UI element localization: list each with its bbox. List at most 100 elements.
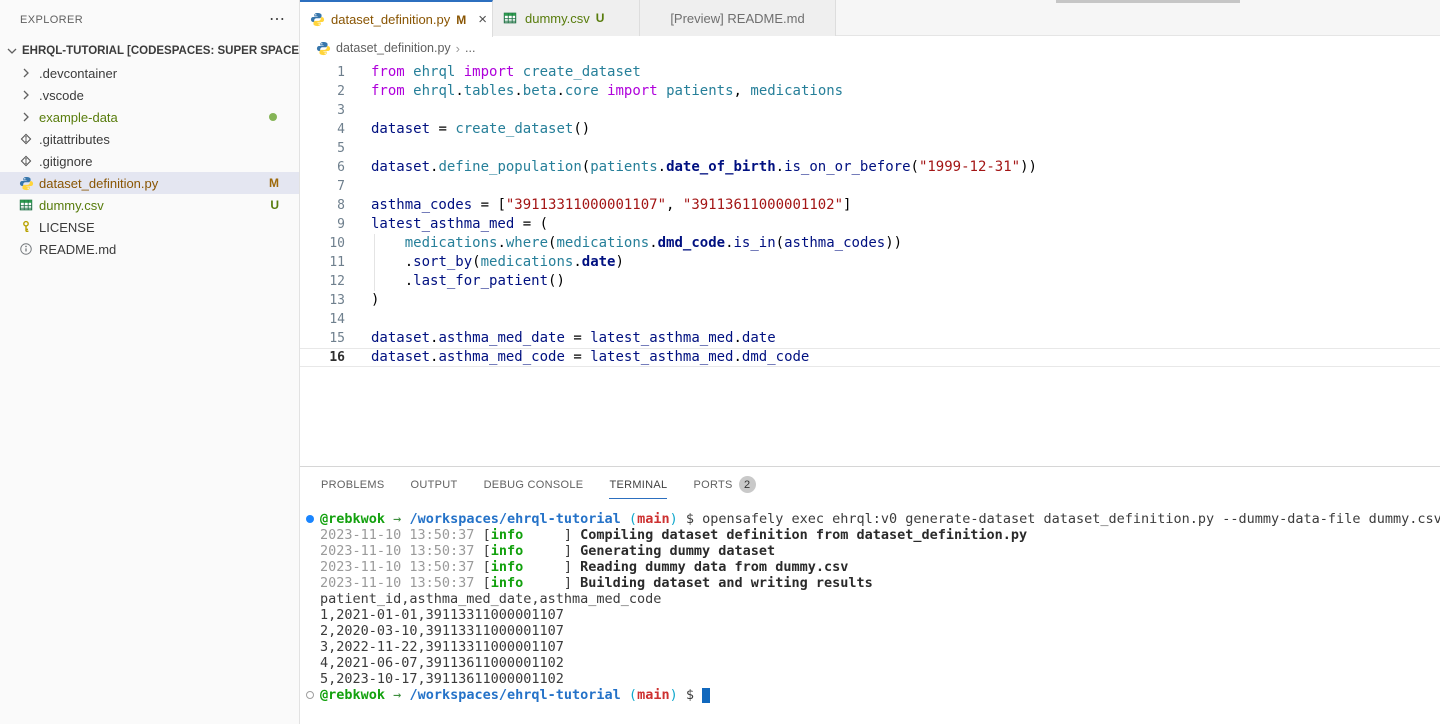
code-text: ) bbox=[371, 291, 379, 310]
line-number: 9 bbox=[300, 215, 345, 234]
breadcrumb-symbol[interactable]: ... bbox=[465, 41, 475, 55]
sidebar-item-gitignore[interactable]: .gitignore bbox=[0, 150, 299, 172]
panel-tab-terminal[interactable]: TERMINAL bbox=[609, 467, 667, 502]
bottom-panel: PROBLEMS OUTPUT DEBUG CONSOLE TERMINAL PORTS… bbox=[300, 466, 1440, 724]
sidebar-item-dummy-csv[interactable]: dummy.csvU bbox=[0, 194, 299, 216]
code-line-4[interactable]: 4 dataset = create_dataset() bbox=[300, 120, 1440, 139]
explorer-header: EXPLORER ⋯ bbox=[0, 0, 299, 40]
sidebar-item-example-data[interactable]: example-data bbox=[0, 106, 299, 128]
terminal-line: 5,2023-10-17,39113611000001102 bbox=[320, 671, 1440, 687]
sidebar-item-devcontainer[interactable]: .devcontainer bbox=[0, 62, 299, 84]
terminal[interactable]: @rebkwok → /workspaces/ehrql-tutorial (m… bbox=[300, 502, 1440, 724]
line-number: 2 bbox=[300, 82, 345, 101]
terminal-line: 4,2021-06-07,39113611000001102 bbox=[320, 655, 1440, 671]
code-editor[interactable]: 1from ehrql import create_dataset2 from e… bbox=[300, 60, 1440, 466]
changes-dot-badge bbox=[269, 113, 277, 121]
file-label: .gitignore bbox=[39, 154, 299, 169]
code-text: dataset = create_dataset() bbox=[371, 120, 590, 139]
code-line-3[interactable]: 3 bbox=[300, 101, 1440, 120]
panel-tab-output[interactable]: OUTPUT bbox=[411, 467, 458, 502]
explorer-sidebar: EXPLORER ⋯ EHRQL-TUTORIAL [CODESPACES: S… bbox=[0, 0, 300, 724]
python-icon bbox=[316, 41, 331, 56]
file-label: dataset_definition.py bbox=[39, 176, 269, 191]
panel-tab-ports[interactable]: PORTS2 bbox=[693, 467, 755, 502]
file-label: LICENSE bbox=[39, 220, 299, 235]
breadcrumb[interactable]: dataset_definition.py › ... bbox=[300, 36, 1440, 60]
python-icon bbox=[310, 12, 325, 28]
tab-label: [Preview] README.md bbox=[670, 11, 804, 26]
line-number: 5 bbox=[300, 139, 345, 158]
tab-label: dataset_definition.py bbox=[331, 12, 450, 27]
code-line-16[interactable]: 16dataset.asthma_med_code = latest_asthm… bbox=[300, 348, 1440, 367]
breadcrumb-file[interactable]: dataset_definition.py bbox=[336, 41, 451, 55]
file-tree: .devcontainer.vscode example-data .gitattr… bbox=[0, 62, 299, 260]
tab-dataset-definition-py[interactable]: dataset_definition.py M × bbox=[300, 0, 493, 37]
code-line-13[interactable]: 13) bbox=[300, 291, 1440, 310]
code-line-1[interactable]: 1from ehrql import create_dataset bbox=[300, 63, 1440, 82]
vscode-window: EXPLORER ⋯ EHRQL-TUTORIAL [CODESPACES: S… bbox=[0, 0, 1440, 724]
sidebar-item-vscode[interactable]: .vscode bbox=[0, 84, 299, 106]
line-number: 6 bbox=[300, 158, 345, 177]
code-line-9[interactable]: 9latest_asthma_med = ( bbox=[300, 215, 1440, 234]
line-number: 14 bbox=[300, 310, 345, 329]
workspace-root-folder[interactable]: EHRQL-TUTORIAL [CODESPACES: SUPER SPACE … bbox=[0, 40, 299, 62]
chevron-right-icon bbox=[18, 87, 34, 103]
breadcrumb-separator: › bbox=[456, 41, 460, 56]
code-line-2[interactable]: 2 from ehrql.tables.beta.core import pati… bbox=[300, 82, 1440, 101]
code-text: asthma_codes = ["39113311000001107", "39… bbox=[371, 196, 851, 215]
chevron-down-icon bbox=[4, 43, 20, 59]
terminal-line: 3,2022-11-22,39113311000001107 bbox=[320, 639, 1440, 655]
editor-area: dataset_definition.py M ×dummy.csvU [Previe… bbox=[300, 0, 1440, 724]
code-line-10[interactable]: 10 medications.where(medications.dmd_cod… bbox=[300, 234, 1440, 253]
command-success-decoration-icon[interactable] bbox=[306, 515, 314, 523]
line-number: 12 bbox=[300, 272, 345, 291]
line-number: 10 bbox=[300, 234, 345, 253]
code-text: .last_for_patient() bbox=[371, 272, 565, 291]
terminal-line: @rebkwok → /workspaces/ehrql-tutorial (m… bbox=[320, 511, 1440, 527]
tab-dummy-csv[interactable]: dummy.csvU bbox=[493, 0, 640, 36]
panel-tab-debug-console[interactable]: DEBUG CONSOLE bbox=[484, 467, 584, 502]
tabbar-scrollbar[interactable] bbox=[1056, 0, 1240, 3]
more-actions-icon[interactable]: ⋯ bbox=[269, 15, 285, 25]
git-icon bbox=[18, 131, 34, 147]
tab-git-status-badge: M bbox=[456, 13, 466, 27]
line-number: 8 bbox=[300, 196, 345, 215]
code-text: .sort_by(medications.date) bbox=[371, 253, 624, 272]
tab-preview-readme-md[interactable]: [Preview] README.md bbox=[640, 0, 836, 36]
line-number: 16 bbox=[300, 348, 345, 367]
chevron-right-icon bbox=[18, 109, 34, 125]
file-label: dummy.csv bbox=[39, 198, 270, 213]
panel-tab-label: PORTS bbox=[693, 470, 732, 499]
code-line-5[interactable]: 5 bbox=[300, 139, 1440, 158]
code-line-8[interactable]: 8 asthma_codes = ["39113311000001107", "3… bbox=[300, 196, 1440, 215]
line-number: 4 bbox=[300, 120, 345, 139]
code-line-11[interactable]: 11 .sort_by(medications.date) bbox=[300, 253, 1440, 272]
git-icon bbox=[18, 153, 34, 169]
code-line-15[interactable]: 15 dataset.asthma_med_date = latest_asthm… bbox=[300, 329, 1440, 348]
sidebar-item-dataset-definition-py[interactable]: dataset_definition.pyM bbox=[0, 172, 299, 194]
sidebar-item-readme-md[interactable]: README.md bbox=[0, 238, 299, 260]
code-line-6[interactable]: 6 dataset.define_population(patients.date… bbox=[300, 158, 1440, 177]
code-text: dataset.define_population(patients.date_… bbox=[371, 158, 1037, 177]
code-line-14[interactable]: 14 bbox=[300, 310, 1440, 329]
panel-tab-problems[interactable]: PROBLEMS bbox=[321, 467, 385, 502]
code-text: dataset.asthma_med_date = latest_asthma_… bbox=[371, 329, 776, 348]
file-label: example-data bbox=[39, 110, 269, 125]
terminal-line: 2023-11-10 13:50:37 [info ] Generating d… bbox=[320, 543, 1440, 559]
line-number: 15 bbox=[300, 329, 345, 348]
command-pending-decoration-icon[interactable] bbox=[306, 691, 314, 699]
sidebar-item-gitattributes[interactable]: .gitattributes bbox=[0, 128, 299, 150]
close-icon[interactable]: × bbox=[476, 11, 489, 28]
terminal-line: patient_id,asthma_med_date,asthma_med_co… bbox=[320, 591, 1440, 607]
sidebar-item-license[interactable]: LICENSE bbox=[0, 216, 299, 238]
code-line-12[interactable]: 12 .last_for_patient() bbox=[300, 272, 1440, 291]
code-line-7[interactable]: 7 bbox=[300, 177, 1440, 196]
file-label: README.md bbox=[39, 242, 299, 257]
panel-tab-label: OUTPUT bbox=[411, 470, 458, 499]
line-number: 3 bbox=[300, 101, 345, 120]
panel-tab-label: DEBUG CONSOLE bbox=[484, 470, 584, 499]
code-text: medications.where(medications.dmd_code.i… bbox=[371, 234, 902, 253]
panel-tab-label: TERMINAL bbox=[609, 470, 667, 499]
code-text: from ehrql import create_dataset bbox=[371, 63, 641, 82]
code-text: from ehrql.tables.beta.core import patie… bbox=[371, 82, 843, 101]
